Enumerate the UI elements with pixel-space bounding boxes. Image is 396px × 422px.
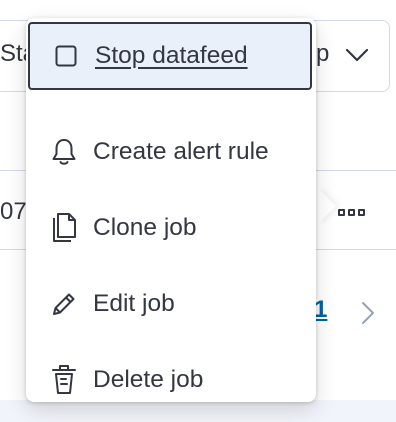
dot-icon: [347, 208, 355, 216]
actions-popover-menu: Stop datafeed Create alert rule Clone jo…: [26, 18, 316, 402]
table-cell-partial: 07: [0, 198, 27, 225]
chevron-down-icon[interactable]: [344, 46, 370, 69]
menu-item-label: Create alert rule: [93, 138, 269, 165]
pagination-page-link[interactable]: 1: [314, 296, 327, 324]
menu-item-label: Stop datafeed: [95, 42, 248, 69]
create-alert-rule-menu-item[interactable]: Create alert rule: [26, 114, 316, 190]
menu-item-label: Edit job: [93, 290, 175, 317]
clone-job-menu-item[interactable]: Clone job: [26, 190, 316, 266]
menu-item-label: Clone job: [93, 214, 197, 241]
menu-item-label: Delete job: [93, 366, 204, 393]
copy-icon: [48, 212, 80, 244]
edit-job-menu-item[interactable]: Edit job: [26, 266, 316, 342]
dot-icon: [357, 208, 365, 216]
stop-datafeed-menu-item[interactable]: Stop datafeed: [28, 22, 312, 90]
stop-square-icon: [50, 40, 82, 72]
dot-icon: [337, 208, 345, 216]
chevron-right-icon[interactable]: [360, 300, 376, 331]
trash-icon: [48, 364, 80, 396]
bell-icon: [48, 136, 80, 168]
toolbar-partial-label-right: p: [316, 40, 330, 67]
delete-job-menu-item[interactable]: Delete job: [26, 342, 316, 418]
pencil-icon: [48, 288, 80, 320]
